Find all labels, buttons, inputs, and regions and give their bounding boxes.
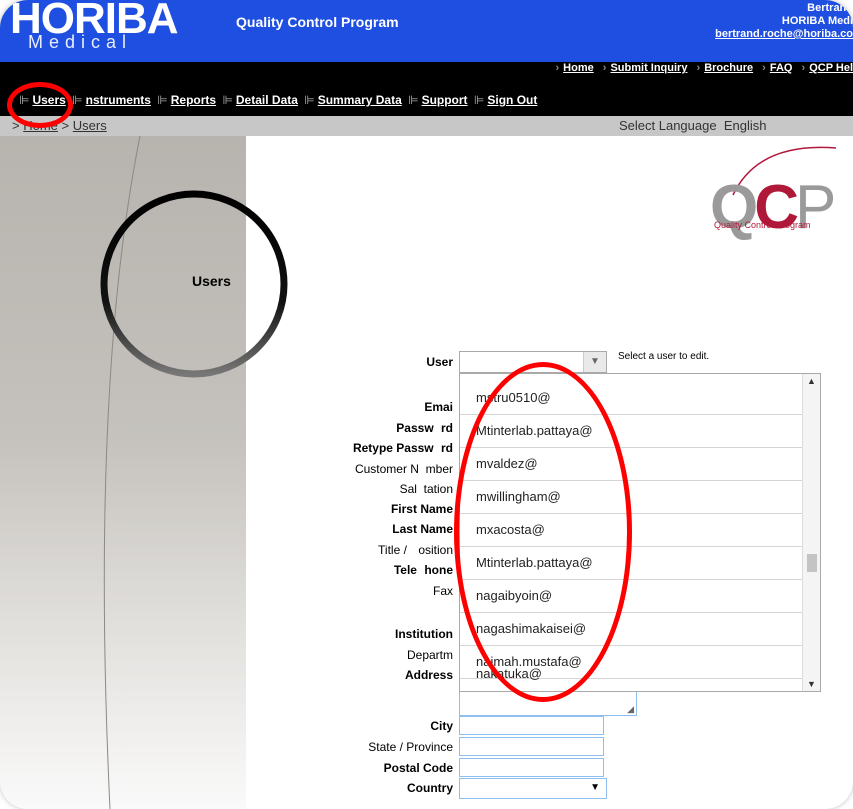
- toplink-qcp-help[interactable]: QCP Hel: [809, 62, 853, 74]
- annotation-circle-users: [7, 82, 73, 128]
- user-org: HORIBA Medi: [781, 15, 853, 27]
- scrollbar-thumb[interactable]: [807, 554, 817, 572]
- city-input[interactable]: [459, 716, 604, 735]
- password-label: Password: [396, 421, 453, 435]
- nav-sign-out[interactable]: Sign Out: [487, 93, 537, 107]
- page-frame: HORIBA Medical Quality Control Program B…: [0, 0, 853, 809]
- scroll-up-icon[interactable]: ▲: [803, 376, 820, 386]
- user-email-link[interactable]: bertrand.roche@horiba.co: [715, 28, 853, 41]
- address-label: Address: [404, 668, 453, 682]
- dropdown-scrollbar[interactable]: ▲ ▼: [802, 374, 820, 691]
- user-info: Bertrand HORIBA Medi bertrand.roche@hori…: [715, 2, 853, 41]
- country-select[interactable]: ▼: [459, 778, 607, 799]
- main-nav: ⊫ Users ⊫ nstruments ⊫ Reports ⊫ Detail Data…: [0, 76, 853, 116]
- horiba-logo-subtitle: Medical: [28, 32, 133, 52]
- salutation-label: Salutation: [399, 482, 453, 496]
- language-value[interactable]: English: [724, 118, 767, 133]
- nav-support[interactable]: Support: [422, 93, 468, 107]
- city-label: City: [430, 719, 453, 733]
- user-label: User: [426, 355, 453, 369]
- fax-label: Fax: [432, 584, 453, 598]
- nav-reports[interactable]: Reports: [171, 93, 216, 107]
- toplink-brochure[interactable]: Brochure: [704, 62, 753, 74]
- chevron-down-icon[interactable]: ▼: [590, 782, 600, 793]
- customer-number-label: Customer Number: [354, 462, 453, 476]
- title-position-label: Title / Position: [378, 543, 453, 557]
- department-label: Departm: [406, 648, 453, 662]
- qcp-logo: QCP Quality Control Program: [708, 140, 838, 242]
- app-title: Quality Control Program: [236, 14, 399, 30]
- first-name-label: First Name: [390, 502, 453, 516]
- telephone-label: Telephone: [393, 563, 453, 577]
- toplink-home[interactable]: Home: [563, 62, 594, 74]
- state-input[interactable]: [459, 737, 604, 756]
- toplink-faq[interactable]: FAQ: [770, 62, 793, 74]
- postal-code-label: Postal Code: [383, 761, 453, 775]
- institution-label: Institution: [395, 627, 453, 641]
- header-bar: HORIBA Medical Quality Control Program B…: [0, 0, 853, 62]
- postal-code-input[interactable]: [459, 758, 604, 777]
- scroll-down-icon[interactable]: ▼: [803, 679, 820, 689]
- nav-summary-data[interactable]: Summary Data: [318, 93, 402, 107]
- nav-detail-data[interactable]: Detail Data: [236, 93, 298, 107]
- retype-password-label: Retype Password: [352, 441, 453, 455]
- qcp-caption: Quality Control Program: [714, 220, 811, 230]
- breadcrumb-users[interactable]: Users: [73, 118, 107, 133]
- nav-instruments[interactable]: nstruments: [86, 93, 151, 107]
- email-label: Emai: [424, 400, 453, 414]
- language-label: Select Language: [619, 118, 717, 133]
- language-selector[interactable]: Select Language English: [619, 118, 766, 133]
- toplink-submit-inquiry[interactable]: Submit Inquiry: [610, 62, 687, 74]
- user-name: Bertrand: [807, 2, 853, 14]
- chevron-down-icon[interactable]: ▼: [583, 352, 606, 372]
- breadcrumb: > Home > Users Select Language English: [0, 116, 853, 136]
- user-select-hint: Select a user to edit.: [618, 351, 710, 362]
- state-label: State / Province: [368, 740, 453, 754]
- country-label: Country: [407, 781, 453, 795]
- resize-handle-icon[interactable]: ◢: [627, 704, 634, 715]
- decorative-circle: [100, 190, 288, 378]
- top-links-bar: › Home › Submit Inquiry › Brochure › FAQ › QC…: [0, 62, 853, 76]
- annotation-circle-list: [454, 362, 632, 702]
- last-name-label: Last Name: [392, 522, 453, 536]
